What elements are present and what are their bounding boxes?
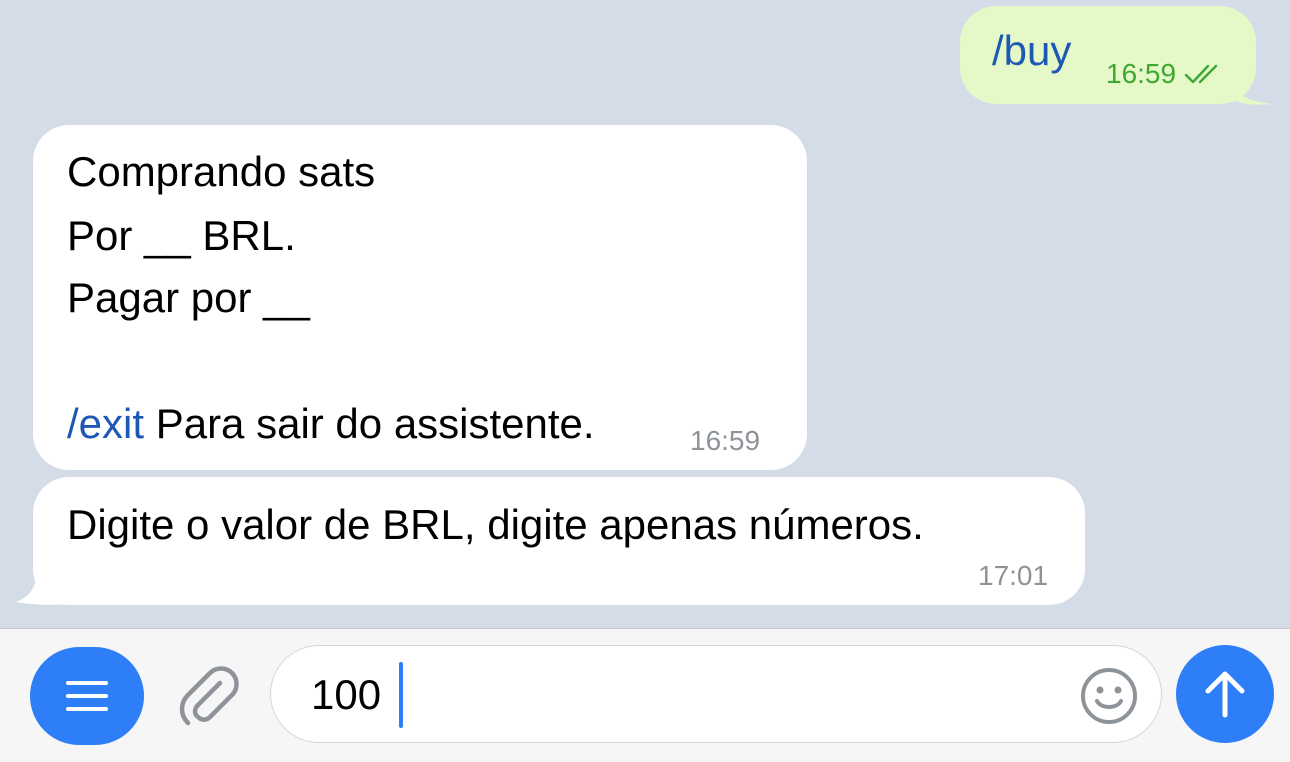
composer-bar: 100 bbox=[0, 628, 1290, 762]
incoming-message[interactable]: Digite o valor de BRL, digite apenas núm… bbox=[33, 477, 1085, 605]
message-line: /exit Para sair do assistente. bbox=[67, 403, 595, 445]
exit-command-description: Para sair do assistente. bbox=[144, 400, 595, 447]
outgoing-message-meta: 16:59 bbox=[1106, 60, 1224, 88]
menu-button[interactable] bbox=[30, 647, 144, 745]
text-cursor bbox=[399, 662, 403, 728]
incoming-message[interactable]: Comprando sats Por __ BRL. Pagar por __ … bbox=[33, 125, 807, 470]
message-time: 16:59 bbox=[690, 425, 761, 456]
menu-icon bbox=[66, 681, 108, 711]
double-check-icon bbox=[1184, 64, 1218, 84]
message-time: 17:01 bbox=[978, 560, 1049, 591]
paperclip-icon[interactable] bbox=[172, 659, 244, 731]
outgoing-message-text[interactable]: /buy bbox=[992, 30, 1071, 72]
emoji-icon[interactable] bbox=[1079, 666, 1139, 726]
chat-area: /buy 16:59 Comprando sats Por __ BRL. Pa… bbox=[0, 0, 1290, 628]
message-line: Por __ BRL. bbox=[67, 212, 296, 259]
outgoing-message[interactable]: /buy 16:59 bbox=[960, 6, 1256, 104]
exit-command-link[interactable]: /exit bbox=[67, 400, 144, 447]
message-line: Comprando sats bbox=[67, 148, 376, 195]
arrow-up-icon bbox=[1205, 671, 1245, 718]
message-line: Pagar por __ bbox=[67, 274, 310, 321]
message-input-value[interactable]: 100 bbox=[311, 674, 381, 716]
outgoing-message-time: 16:59 bbox=[1106, 58, 1177, 89]
send-button[interactable] bbox=[1176, 645, 1274, 743]
message-input[interactable]: 100 bbox=[270, 645, 1162, 743]
message-text: Digite o valor de BRL, digite apenas núm… bbox=[67, 501, 924, 548]
